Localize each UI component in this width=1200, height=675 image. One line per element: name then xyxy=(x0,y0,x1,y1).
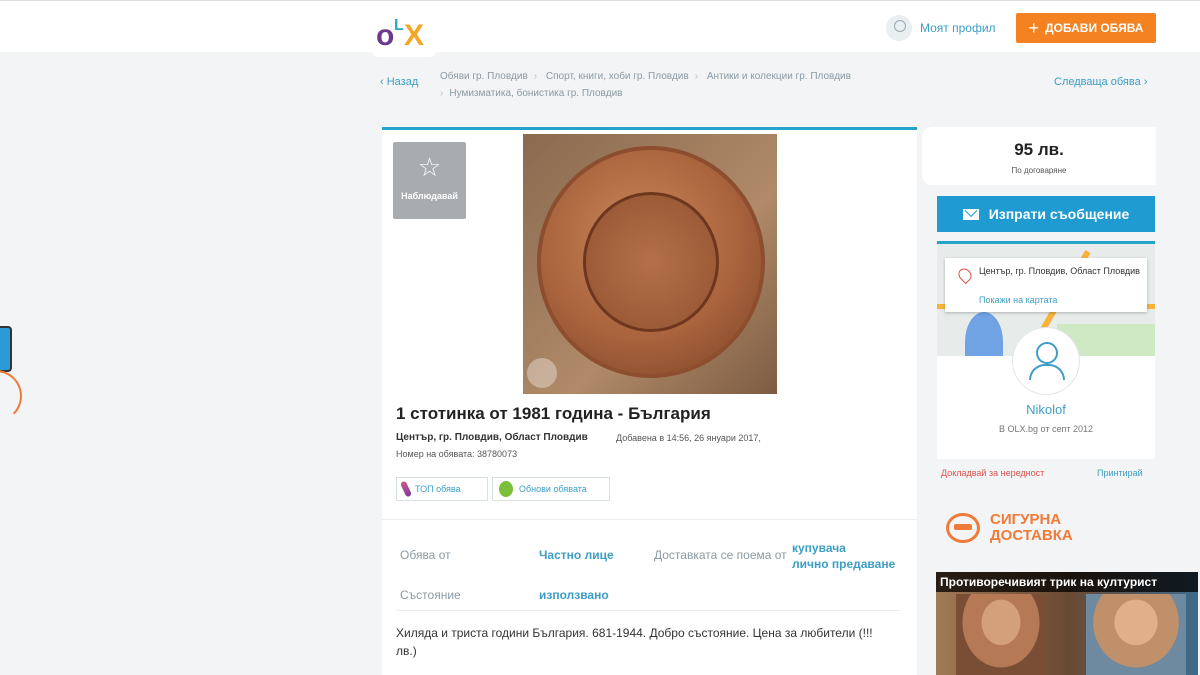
seller-avatar xyxy=(1013,328,1079,394)
top-header: oLX Моят профил + ДОБАВИ ОБЯВА xyxy=(0,0,1200,57)
print-link[interactable]: Принтирай xyxy=(1097,468,1143,478)
coin-emblem xyxy=(583,192,719,332)
star-icon: ☆ xyxy=(417,152,442,182)
seller-since: В OLX.bg от септ 2012 xyxy=(999,424,1093,434)
plus-icon: + xyxy=(1028,17,1040,38)
olx-logo[interactable]: oLX xyxy=(372,11,436,57)
property-value[interactable]: използвано xyxy=(539,588,609,602)
watch-label: Наблюдавай xyxy=(401,191,458,201)
breadcrumb: Обяви гр. Пловдив › Спорт, книги, хоби гр… xyxy=(440,68,940,102)
report-link[interactable]: Докладвай за нередност xyxy=(941,468,1044,478)
seller-card: Център, гр. Пловдив, Област Пловдив Пока… xyxy=(937,241,1155,459)
next-listing-link[interactable]: Следваща обява › xyxy=(1054,76,1147,88)
chevron-right-icon: › xyxy=(694,71,699,82)
seller-name[interactable]: Nikolof xyxy=(937,402,1155,417)
property-label: Обява от xyxy=(400,548,451,562)
delivery-icon xyxy=(946,513,980,543)
send-message-button[interactable]: Изпрати съобщение xyxy=(937,196,1155,232)
listing-card: ☆ Наблюдавай 1 стотинка от 1981 година -… xyxy=(382,127,917,675)
coin-image xyxy=(537,146,765,378)
user-icon xyxy=(886,15,912,41)
listing-number: Номер на обявата: 38780073 xyxy=(396,449,518,459)
breadcrumb-item[interactable]: Антики и колекции гр. Пловдив xyxy=(707,71,851,82)
rocket-icon xyxy=(399,480,413,498)
map-pin-icon xyxy=(955,265,975,285)
listing-description: Хиляда и триста години България. 681-194… xyxy=(396,626,873,658)
listing-photo[interactable] xyxy=(523,134,777,394)
safe-delivery-line2: ДОСТАВКА xyxy=(990,527,1073,544)
back-link[interactable]: ‹ Назад xyxy=(380,76,418,88)
advertisement[interactable]: Противоречивият трик на културист xyxy=(936,572,1198,675)
add-listing-label: ДОБАВИ ОБЯВА xyxy=(1045,21,1144,35)
top-listing-button[interactable]: ТОП обява xyxy=(396,477,488,501)
ad-image xyxy=(956,594,1046,675)
ad-title: Противоречивият трик на културист xyxy=(936,572,1198,592)
breadcrumb-item[interactable]: Спорт, книги, хоби гр. Пловдив xyxy=(546,71,689,82)
listing-added-date: Добавена в 14:56, 26 януари 2017, xyxy=(616,433,761,443)
refresh-icon xyxy=(499,481,513,497)
app-promo-arc xyxy=(0,370,22,422)
address-card: Център, гр. Пловдив, Област Пловдив Пока… xyxy=(945,258,1147,312)
price-box: 95 лв. По договаряне xyxy=(922,127,1156,185)
negotiable-label: По договаряне xyxy=(1011,166,1067,175)
listing-location: Център, гр. Пловдив, Област Пловдив xyxy=(396,432,588,443)
divider xyxy=(382,519,917,520)
breadcrumb-item[interactable]: Обяви гр. Пловдив xyxy=(440,71,528,82)
safe-delivery-banner[interactable]: СИГУРНА ДОСТАВКА xyxy=(946,512,1073,544)
my-profile-link[interactable]: Моят профил xyxy=(886,14,996,42)
phone-icon xyxy=(0,326,12,372)
my-profile-label: Моят профил xyxy=(920,21,996,35)
seller-address: Център, гр. Пловдив, Област Пловдив xyxy=(979,266,1140,276)
property-label: Доставката се поема от xyxy=(654,548,787,562)
breadcrumb-item[interactable]: Нумизматика, бонистика гр. Пловдив xyxy=(449,88,622,99)
property-value[interactable]: Частно лице xyxy=(539,548,614,562)
listing-title: 1 стотинка от 1981 година - България xyxy=(396,404,711,423)
price: 95 лв. xyxy=(1014,140,1064,159)
add-listing-button[interactable]: + ДОБАВИ ОБЯВА xyxy=(1016,13,1156,43)
safe-delivery-line1: СИГУРНА xyxy=(990,511,1062,528)
watermark-icon xyxy=(527,358,557,388)
ad-image xyxy=(1086,594,1186,675)
refresh-listing-button[interactable]: Обнови обявата xyxy=(492,477,610,501)
show-on-map-link[interactable]: Покажи на картата xyxy=(979,295,1057,305)
chevron-right-icon: › xyxy=(533,71,538,82)
divider xyxy=(396,610,901,611)
property-label: Състояние xyxy=(400,588,461,602)
envelope-icon xyxy=(962,208,979,220)
property-value[interactable]: купувача лично предаване xyxy=(792,540,895,572)
chevron-right-icon: › xyxy=(440,88,444,99)
watch-button[interactable]: ☆ Наблюдавай xyxy=(393,142,466,219)
